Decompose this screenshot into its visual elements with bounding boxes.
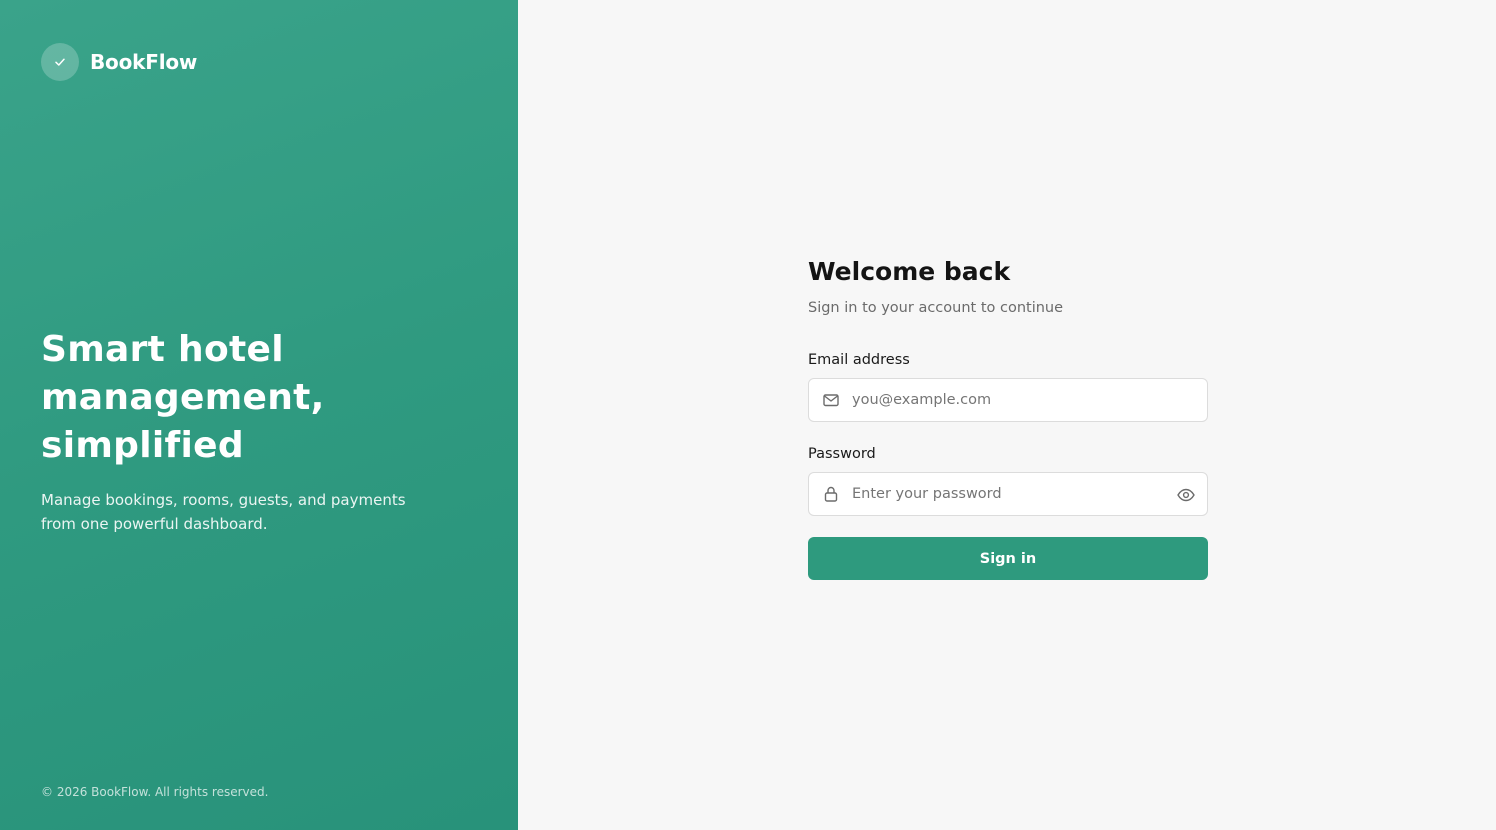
brand-panel: BookFlow Smart hotel management, simplif… (0, 0, 518, 830)
password-input[interactable] (809, 473, 1207, 515)
email-label: Email address (808, 352, 910, 368)
check-icon (41, 43, 79, 81)
form-panel: Welcome back Sign in to your account to … (518, 0, 1496, 830)
hero-tagline: Manage bookings, rooms, guests, and paym… (41, 491, 406, 533)
hero-headline: Smart hotel management, simplified (41, 329, 325, 466)
form-title: Welcome back (808, 257, 1011, 286)
copyright-text: © 2026 BookFlow. All rights reserved. (41, 785, 269, 799)
brand-name: BookFlow (90, 50, 198, 74)
password-input-wrapper (808, 472, 1208, 516)
brand-logo: BookFlow (41, 43, 197, 81)
eye-icon[interactable] (1176, 485, 1196, 505)
login-page: BookFlow Smart hotel management, simplif… (0, 0, 1496, 830)
sign-in-button[interactable]: Sign in (808, 537, 1208, 580)
form-subtitle: Sign in to your account to continue (808, 300, 1064, 316)
login-form: Welcome back Sign in to your account to … (808, 256, 1208, 580)
email-input[interactable] (809, 379, 1207, 421)
mail-icon (822, 391, 840, 409)
hero: Smart hotel management, simplified Manag… (41, 326, 461, 536)
password-label: Password (808, 446, 876, 462)
email-input-wrapper (808, 378, 1208, 422)
lock-icon (822, 485, 840, 503)
